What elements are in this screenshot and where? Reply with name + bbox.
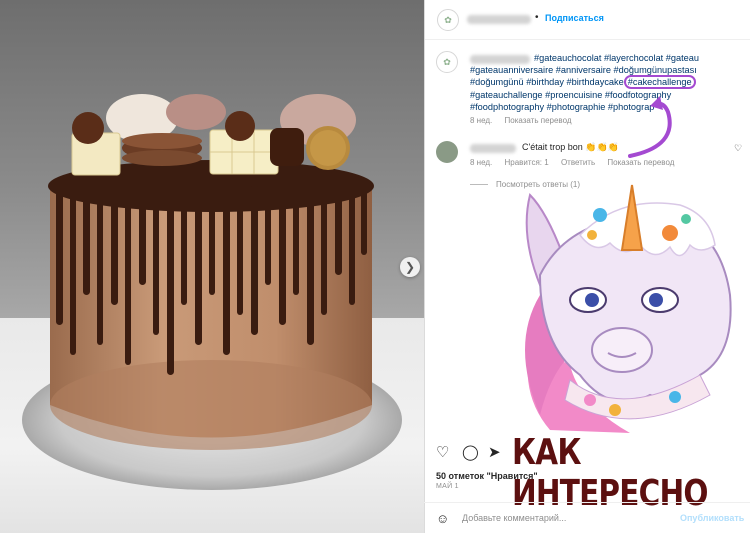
caption-show-translation[interactable]: Показать перевод [505,116,572,125]
comment-meta: 8 нед. Нравится: 1 Ответить Показать пер… [470,158,684,167]
caption-author-avatar[interactable]: ✿ [436,51,458,73]
caption-line-3-tags[interactable]: #doğumgünü #birthday #birthdaycake [470,77,624,87]
heart-icon[interactable]: ♡ [436,443,449,461]
share-icon[interactable]: ➤ [488,443,501,461]
carousel-next-button[interactable]: ❯ [400,257,420,277]
comment-icon[interactable]: ◯ [462,443,479,461]
post-date: МАЙ 1 [436,483,459,490]
unicorn-sticker [525,184,732,433]
caption-line-3[interactable]: #doğumgünü #birthday #birthdaycake #cakec… [470,75,746,90]
comment-reply[interactable]: Ответить [561,158,595,167]
replies-divider [470,184,488,186]
emoji-icon[interactable]: ☺ [436,511,449,526]
add-comment-bar: ☺ Опубликовать [424,502,750,533]
caption-meta: 8 нед. Показать перевод [470,116,582,125]
caption-line-2[interactable]: #gateauanniversaire #anniversaire #doğum… [470,64,746,76]
post-photo: ❯ [0,0,424,533]
likes-count[interactable]: 50 отметок "Нравится" [436,471,538,481]
caption-line-1[interactable]: #gateauchocolat #layerchocolat #gateau [470,52,746,64]
author-username[interactable] [467,15,531,24]
comment-text: C'était trop bon 👏👏👏 [522,142,619,152]
cake-illustration [22,94,402,490]
follow-button[interactable]: Подписаться [545,13,604,23]
comment-likes[interactable]: Нравится: 1 [505,158,549,167]
commenter-avatar[interactable] [436,141,458,163]
separator-dot: • [535,12,539,23]
commenter-username[interactable] [470,144,516,153]
hashtag-cakechallenge-highlight[interactable]: #cakechallenge [623,75,696,90]
comment-input[interactable] [462,510,662,526]
comment-show-translation[interactable]: Показать перевод [607,158,674,167]
author-avatar[interactable]: ✿ [437,9,459,31]
comment-like-heart-icon[interactable]: ♡ [734,143,742,154]
publish-button[interactable]: Опубликовать [680,513,744,523]
post-header: ✿ • Подписаться [425,0,750,40]
comment-time: 8 нед. [470,158,493,167]
chevron-right-icon: ❯ [404,260,416,274]
caption-time: 8 нед. [470,116,493,125]
